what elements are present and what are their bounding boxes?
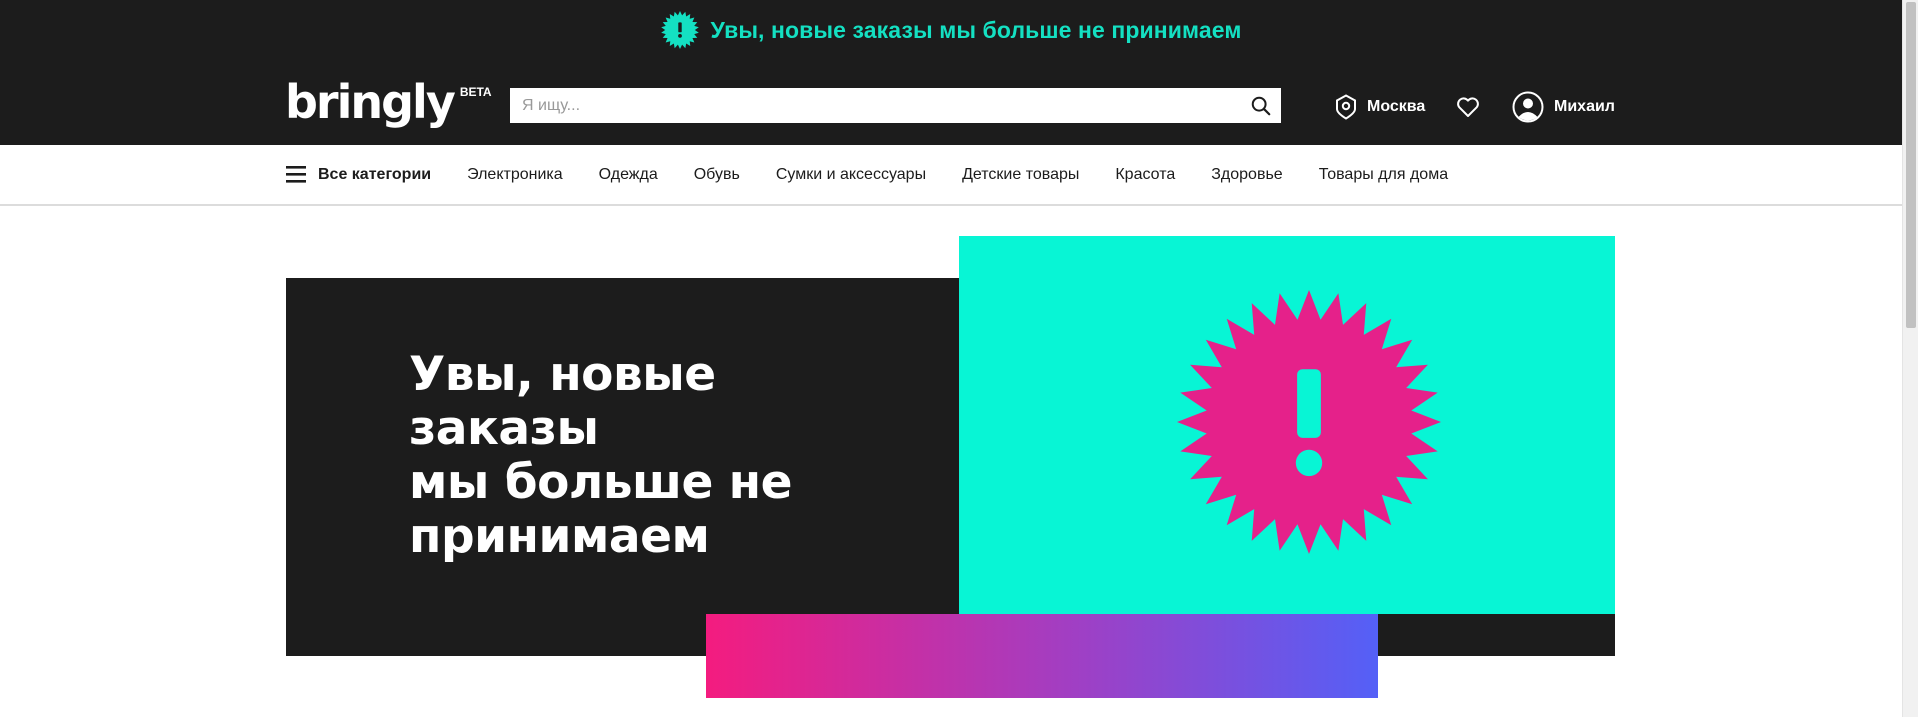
user-menu[interactable]: Михаил	[1512, 88, 1615, 126]
nav-shoes[interactable]: Обувь	[694, 166, 740, 184]
site-header: Увы, новые заказы мы больше не принимаем…	[0, 0, 1902, 145]
search-bar	[510, 88, 1281, 123]
notice-banner: Увы, новые заказы мы больше не принимаем	[0, 11, 1902, 49]
logo-wordmark: bringly	[285, 75, 456, 129]
exclamation-burst-icon	[660, 11, 699, 49]
nav-home-goods[interactable]: Товары для дома	[1319, 166, 1448, 184]
user-avatar-icon	[1512, 91, 1544, 123]
scrollbar-thumb[interactable]	[1906, 2, 1916, 328]
hero-title-line: мы больше не	[409, 455, 793, 510]
search-input[interactable]	[510, 88, 1241, 123]
exclamation-burst-icon	[1177, 290, 1441, 554]
city-label: Москва	[1367, 98, 1426, 115]
nav-electronics[interactable]: Электроника	[467, 166, 563, 184]
location-pin-icon	[1336, 94, 1356, 120]
nav-kids[interactable]: Детские товары	[962, 166, 1079, 184]
user-name: Михаил	[1554, 98, 1615, 115]
category-list: Все категории Электроника Одежда Обувь С…	[286, 145, 1484, 204]
beta-badge: BETA	[459, 85, 492, 99]
all-categories-label: Все категории	[318, 165, 432, 183]
hero-title-line: заказы	[409, 401, 599, 456]
heart-icon	[1457, 97, 1479, 117]
logo[interactable]: bringly BETA	[285, 79, 492, 125]
category-nav: Все категории Электроника Одежда Обувь С…	[0, 145, 1902, 206]
notice-text: Увы, новые заказы мы больше не принимаем	[710, 16, 1242, 43]
favorites-button[interactable]	[1456, 88, 1480, 126]
hero-title: Увы, новые заказы мы больше не принимаем	[409, 348, 829, 564]
city-selector[interactable]: Москва	[1335, 88, 1425, 126]
page-scrollbar[interactable]	[1902, 0, 1918, 717]
nav-bags-accessories[interactable]: Сумки и аксессуары	[776, 166, 926, 184]
hero-title-line: Увы, новые	[409, 347, 716, 402]
hero-gradient-block	[706, 614, 1378, 698]
nav-clothing[interactable]: Одежда	[599, 166, 658, 184]
hamburger-menu-icon	[286, 166, 306, 183]
search-button[interactable]	[1241, 88, 1281, 123]
search-icon	[1251, 96, 1271, 115]
nav-health[interactable]: Здоровье	[1211, 166, 1282, 184]
nav-beauty[interactable]: Красота	[1115, 166, 1175, 184]
hero-title-line: принимаем	[409, 509, 710, 564]
all-categories-button[interactable]: Все категории	[286, 166, 431, 184]
